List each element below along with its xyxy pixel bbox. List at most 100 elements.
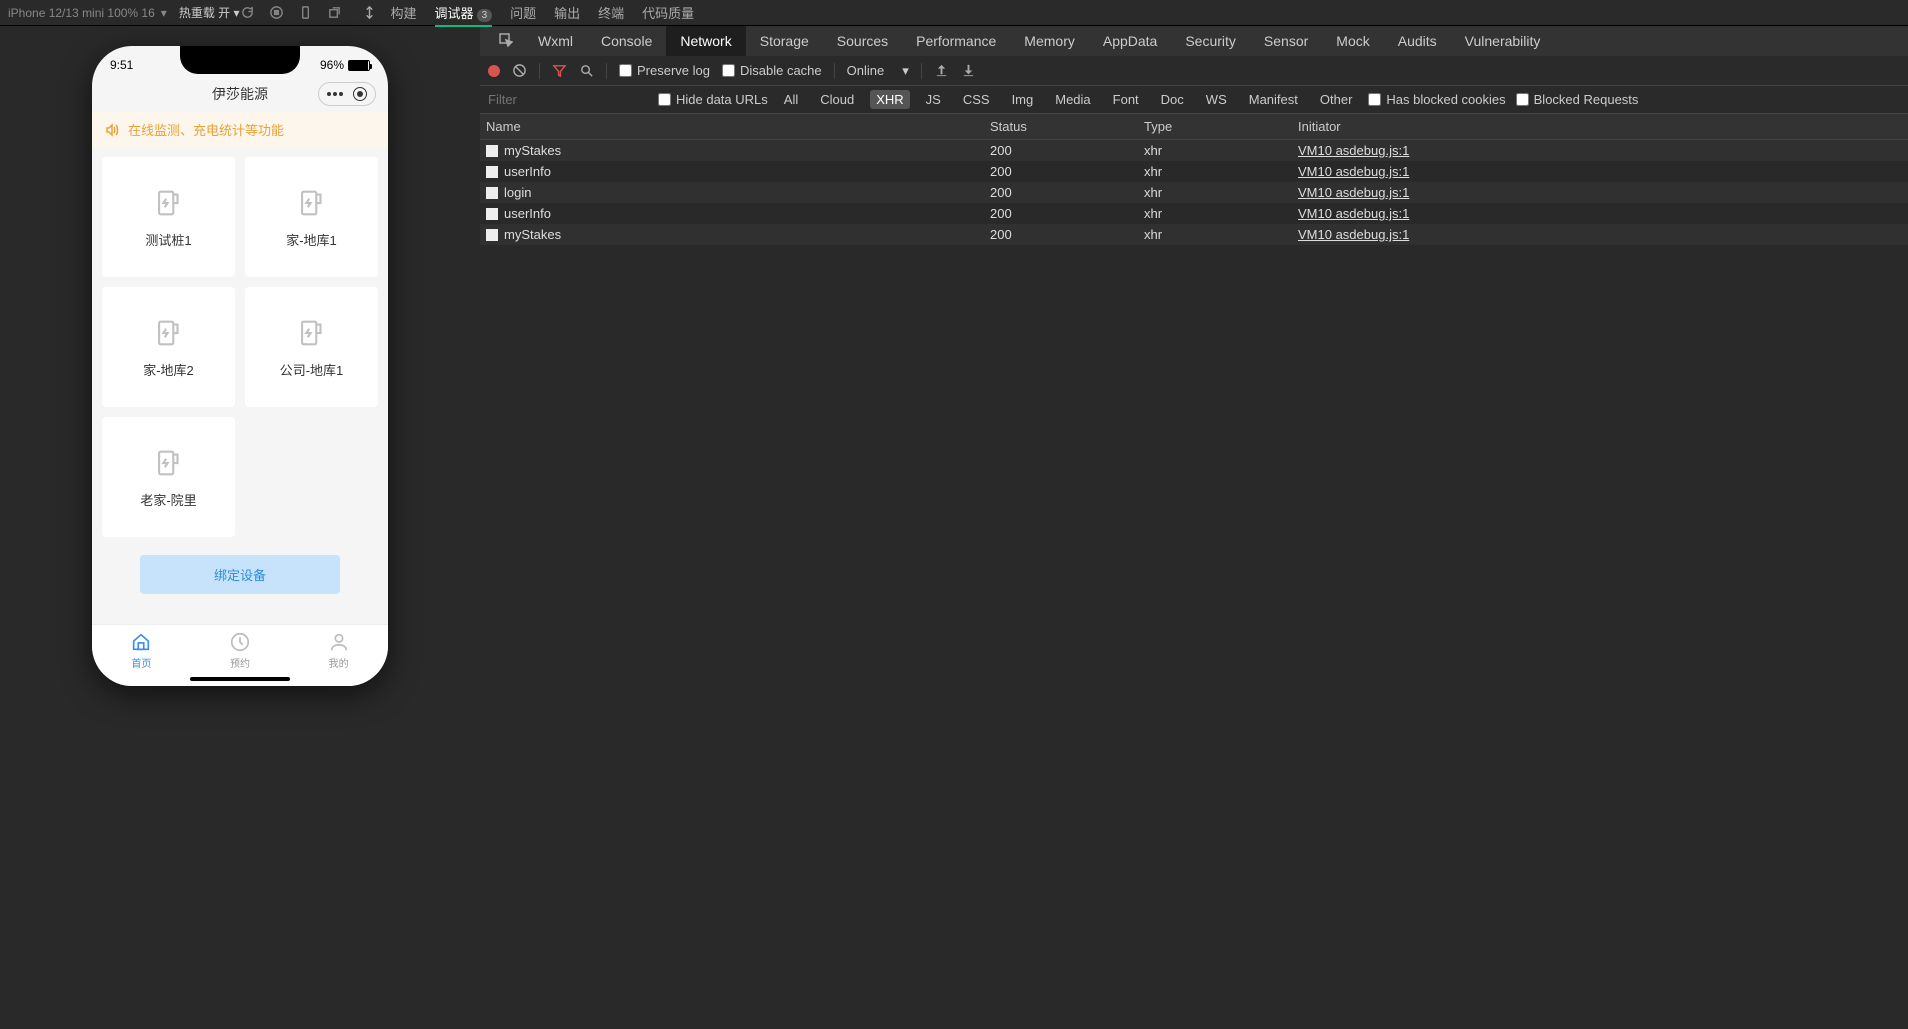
dt-tab-console[interactable]: Console (587, 26, 666, 56)
capsule-button[interactable] (318, 82, 376, 106)
network-toolbar: Preserve log Disable cache Online▾ (480, 56, 1908, 86)
refresh-icon[interactable] (240, 5, 255, 20)
chip-doc[interactable]: Doc (1155, 90, 1190, 109)
record-button[interactable] (488, 65, 500, 77)
device-card[interactable]: 老家-院里 (102, 417, 235, 537)
hot-reload-toggle[interactable]: 热重载 开 ▾ (179, 4, 240, 21)
device-selector[interactable]: iPhone 12/13 mini 100% 16 ▾ (8, 6, 167, 20)
file-icon (486, 229, 498, 241)
tab-debugger[interactable]: 调试器3 (435, 3, 493, 22)
col-type[interactable]: Type (1144, 119, 1298, 134)
download-icon[interactable] (961, 63, 976, 78)
col-name[interactable]: Name (480, 119, 990, 134)
col-status[interactable]: Status (990, 119, 1144, 134)
battery-icon (348, 60, 370, 71)
tabbar-home[interactable]: 首页 (92, 631, 191, 670)
chip-css[interactable]: CSS (957, 90, 996, 109)
device-card[interactable]: 家-地库2 (102, 287, 235, 407)
phone-notch (180, 46, 300, 74)
clear-icon[interactable] (512, 63, 527, 78)
dt-tab-network[interactable]: Network (666, 26, 745, 56)
table-row[interactable]: userInfo200xhrVM10 asdebug.js:1 (480, 161, 1908, 182)
tab-codequality[interactable]: 代码质量 (642, 3, 694, 22)
search-icon[interactable] (579, 63, 594, 78)
top-toolbar: iPhone 12/13 mini 100% 16 ▾ 热重载 开 ▾ 构建 调… (0, 0, 1908, 26)
col-initiator[interactable]: Initiator (1298, 119, 1908, 134)
chip-all[interactable]: All (778, 90, 804, 109)
simulator-pane: 9:51 96% 伊莎能源 在线监测、充电统计等功能 (0, 26, 480, 1029)
upload-icon[interactable] (934, 63, 949, 78)
sound-icon (104, 122, 120, 138)
dt-tab-sources[interactable]: Sources (823, 26, 902, 56)
initiator-link[interactable]: VM10 asdebug.js:1 (1298, 185, 1409, 200)
devtools-pane: Wxml Console Network Storage Sources Per… (480, 26, 1908, 1029)
disable-cache-checkbox[interactable]: Disable cache (722, 63, 822, 78)
table-row[interactable]: myStakes200xhrVM10 asdebug.js:1 (480, 140, 1908, 161)
collapse-icon[interactable] (362, 5, 377, 20)
table-row[interactable]: myStakes200xhrVM10 asdebug.js:1 (480, 224, 1908, 245)
device-card[interactable]: 公司-地库1 (245, 287, 378, 407)
chip-font[interactable]: Font (1107, 90, 1145, 109)
app-header: 伊莎能源 (92, 76, 388, 112)
charger-icon (152, 186, 186, 220)
tab-problems[interactable]: 问题 (510, 3, 536, 22)
chip-xhr[interactable]: XHR (870, 90, 909, 109)
file-icon (486, 166, 498, 178)
blocked-cookies-checkbox[interactable]: Has blocked cookies (1368, 92, 1505, 107)
chip-cloud[interactable]: Cloud (814, 90, 860, 109)
home-indicator (190, 677, 290, 681)
chip-ws[interactable]: WS (1200, 90, 1233, 109)
dt-tab-mock[interactable]: Mock (1322, 26, 1383, 56)
dt-tab-storage[interactable]: Storage (746, 26, 823, 56)
chip-js[interactable]: JS (920, 90, 947, 109)
table-row[interactable]: userInfo200xhrVM10 asdebug.js:1 (480, 203, 1908, 224)
hide-data-urls-checkbox[interactable]: Hide data URLs (658, 92, 768, 107)
close-mini-icon[interactable] (353, 87, 367, 101)
initiator-link[interactable]: VM10 asdebug.js:1 (1298, 143, 1409, 158)
initiator-link[interactable]: VM10 asdebug.js:1 (1298, 206, 1409, 221)
dt-tab-security[interactable]: Security (1171, 26, 1250, 56)
preserve-log-checkbox[interactable]: Preserve log (619, 63, 710, 78)
inspect-icon[interactable] (488, 32, 524, 51)
chip-media[interactable]: Media (1049, 90, 1096, 109)
tabbar-appointment[interactable]: 预约 (191, 631, 290, 670)
dt-tab-wxml[interactable]: Wxml (524, 26, 587, 56)
initiator-link[interactable]: VM10 asdebug.js:1 (1298, 164, 1409, 179)
chip-img[interactable]: Img (1006, 90, 1040, 109)
clock-icon (229, 631, 251, 653)
device-card[interactable]: 测试桩1 (102, 157, 235, 277)
tab-terminal[interactable]: 终端 (598, 3, 624, 22)
bind-device-button[interactable]: 绑定设备 (140, 555, 340, 594)
tabbar-mine[interactable]: 我的 (289, 631, 388, 670)
tab-build[interactable]: 构建 (391, 3, 417, 22)
charger-icon (295, 186, 329, 220)
dt-tab-audits[interactable]: Audits (1384, 26, 1451, 56)
charger-icon (152, 446, 186, 480)
stop-icon[interactable] (269, 5, 284, 20)
tab-output[interactable]: 输出 (554, 3, 580, 22)
chip-manifest[interactable]: Manifest (1243, 90, 1304, 109)
initiator-link[interactable]: VM10 asdebug.js:1 (1298, 227, 1409, 242)
blocked-requests-checkbox[interactable]: Blocked Requests (1516, 92, 1639, 107)
more-icon[interactable] (327, 92, 343, 96)
file-icon (486, 145, 498, 157)
file-icon (486, 187, 498, 199)
popout-icon[interactable] (327, 5, 342, 20)
dt-tab-performance[interactable]: Performance (902, 26, 1010, 56)
table-row[interactable]: login200xhrVM10 asdebug.js:1 (480, 182, 1908, 203)
device-icon[interactable] (298, 5, 313, 20)
notice-bar[interactable]: 在线监测、充电统计等功能 (92, 112, 388, 147)
dt-tab-memory[interactable]: Memory (1010, 26, 1089, 56)
filter-icon[interactable] (552, 63, 567, 78)
devtools-tabs: Wxml Console Network Storage Sources Per… (480, 26, 1908, 56)
dt-tab-sensor[interactable]: Sensor (1250, 26, 1322, 56)
filter-input[interactable] (488, 92, 648, 107)
dt-tab-vulnerability[interactable]: Vulnerability (1451, 26, 1555, 56)
chip-other[interactable]: Other (1314, 90, 1359, 109)
dt-tab-appdata[interactable]: AppData (1089, 26, 1171, 56)
throttle-select[interactable]: Online▾ (847, 63, 909, 79)
status-battery-pct: 96% (320, 58, 344, 72)
device-card[interactable]: 家-地库1 (245, 157, 378, 277)
network-table: Name Status Type Initiator myStakes200xh… (480, 114, 1908, 1029)
network-filter-row: Hide data URLs All Cloud XHR JS CSS Img … (480, 86, 1908, 114)
